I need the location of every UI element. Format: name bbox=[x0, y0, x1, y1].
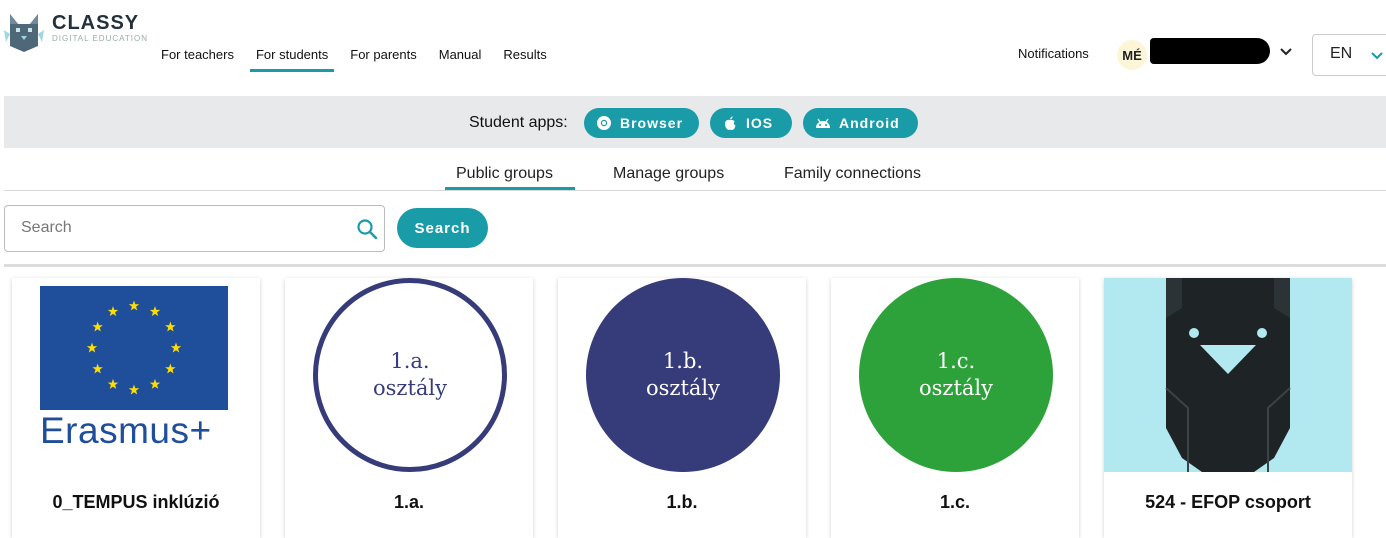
tab-family-connections[interactable]: Family connections bbox=[784, 165, 921, 183]
group-card-title: 1.c. bbox=[939, 492, 971, 512]
browser-app-button[interactable]: Browser bbox=[584, 108, 699, 138]
classy-logo[interactable]: CLASSY DIGITAL EDUCATION bbox=[0, 8, 150, 54]
apple-icon bbox=[725, 116, 736, 130]
eu-flag-icon bbox=[40, 286, 228, 410]
logo-subtext: DIGITAL EDUCATION bbox=[52, 34, 148, 43]
tabs-divider bbox=[4, 190, 1386, 191]
tab-public-groups[interactable]: Public groups bbox=[456, 165, 553, 183]
cat-logo-icon bbox=[4, 14, 44, 52]
ios-app-label: IOS bbox=[746, 115, 774, 131]
circle-line-1: 1.c. bbox=[936, 349, 976, 373]
chevron-down-icon bbox=[1371, 52, 1383, 60]
chrome-icon bbox=[597, 116, 611, 130]
main-nav: For teachers For students For parents Ma… bbox=[150, 42, 558, 72]
group-card-1c[interactable]: 1.c. osztály 1.c. bbox=[831, 278, 1079, 538]
group-card-title: 1.a. bbox=[393, 492, 425, 512]
group-card-1a[interactable]: 1.a. osztály 1.a. bbox=[285, 278, 533, 538]
circle-line-2: osztály bbox=[372, 376, 448, 400]
search-input[interactable] bbox=[19, 218, 343, 238]
nav-manual[interactable]: Manual bbox=[428, 42, 493, 72]
android-app-label: Android bbox=[839, 115, 900, 131]
group-avatar-circle: 1.b. osztály bbox=[586, 278, 780, 472]
group-card-1b[interactable]: 1.b. osztály 1.b. bbox=[558, 278, 806, 538]
student-apps-label: Student apps: bbox=[469, 114, 568, 131]
group-card-title: 0_TEMPUS inklúzió bbox=[52, 492, 220, 512]
search-button[interactable]: Search bbox=[397, 208, 488, 248]
group-avatar-circle: 1.a. osztály bbox=[313, 278, 507, 472]
group-card-title: 1.b. bbox=[666, 492, 698, 512]
tab-manage-groups[interactable]: Manage groups bbox=[613, 165, 724, 183]
ios-app-button[interactable]: IOS bbox=[710, 108, 792, 138]
circle-line-2: osztály bbox=[918, 376, 994, 400]
circle-line-1: 1.a. bbox=[390, 349, 430, 373]
circle-line-2: osztály bbox=[645, 376, 721, 400]
active-tab-indicator bbox=[445, 187, 575, 190]
nav-for-students[interactable]: For students bbox=[245, 42, 339, 72]
group-card-tempus[interactable]: Erasmus+ 0_TEMPUS inklúzió bbox=[12, 278, 260, 538]
search-box bbox=[4, 205, 385, 252]
circle-line-1: 1.b. bbox=[662, 349, 704, 373]
search-icon[interactable] bbox=[356, 218, 378, 240]
android-icon bbox=[816, 118, 830, 128]
group-card-title: 524 - EFOP csoport bbox=[1145, 492, 1311, 512]
browser-app-label: Browser bbox=[620, 115, 684, 131]
language-label: EN bbox=[1330, 45, 1353, 62]
group-card-efop[interactable]: 524 - EFOP csoport bbox=[1104, 278, 1352, 538]
redacted-user-name bbox=[1150, 38, 1270, 64]
android-app-button[interactable]: Android bbox=[803, 108, 918, 138]
logo-text: CLASSY bbox=[52, 12, 140, 34]
robot-mascot-icon bbox=[1104, 278, 1352, 472]
student-apps-bar: Student apps: Browser IOS Android bbox=[4, 96, 1386, 148]
nav-for-teachers[interactable]: For teachers bbox=[150, 42, 245, 72]
group-avatar-circle: 1.c. osztály bbox=[859, 278, 1053, 472]
nav-results[interactable]: Results bbox=[492, 42, 557, 72]
erasmus-logo-text: Erasmus+ bbox=[40, 410, 212, 451]
avatar[interactable]: MÉ bbox=[1117, 40, 1147, 70]
notifications-link[interactable]: Notifications bbox=[1018, 46, 1089, 61]
content-divider bbox=[4, 264, 1386, 267]
chevron-down-icon[interactable] bbox=[1278, 44, 1294, 60]
language-select[interactable]: EN bbox=[1312, 34, 1386, 76]
nav-for-parents[interactable]: For parents bbox=[339, 42, 427, 72]
